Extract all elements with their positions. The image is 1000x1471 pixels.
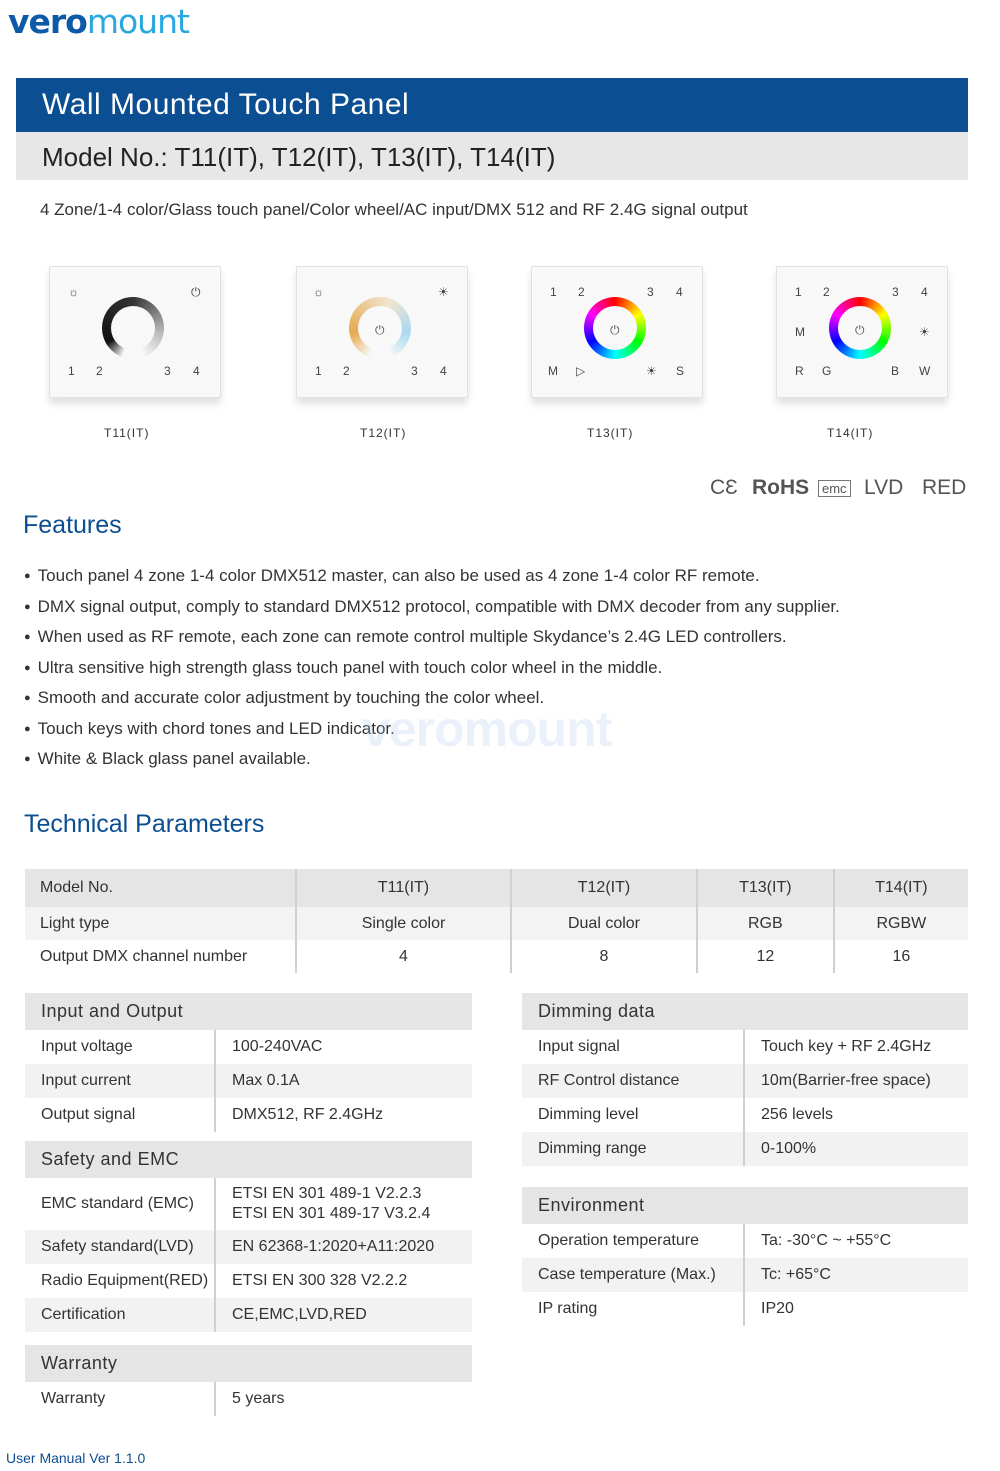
red-mark: RED (922, 476, 967, 499)
table-row: Light type Single color Dual color RGB R… (25, 907, 968, 940)
rohs-mark: RoHS (752, 476, 810, 499)
color-wheel (102, 297, 164, 359)
watermark-logo: veromount (362, 701, 612, 757)
table-header-row: Model No. T11(IT) T12(IT) T13(IT) T14(IT… (25, 869, 968, 907)
panel-image-t14: 1 2 3 4 M ☀ ⏻ R G B W (776, 266, 948, 398)
panel-label-t14: T14(IT) (827, 426, 874, 440)
model-number: Model No.: T11(IT), T12(IT), T13(IT), T1… (42, 142, 556, 172)
panel-label-t11: T11(IT) (104, 426, 150, 440)
emc-mark: emc (818, 480, 851, 497)
page-title: Wall Mounted Touch Panel (42, 88, 410, 121)
table-row: Radio Equipment(RED) ETSI EN 300 328 V2.2… (25, 1264, 472, 1298)
table-row: Input current Max 0.1A (25, 1064, 472, 1098)
features-heading: Features (23, 511, 122, 539)
dimming-data-table: Dimming data Input signal Touch key + RF … (522, 993, 968, 1166)
list-item: DMX signal output, comply to standard DM… (24, 597, 840, 628)
table-row: Case temperature (Max.) Tc: +65°C (522, 1258, 968, 1292)
panel-image-t13: 1 2 3 4 ⏻ M ▷ ☀ S (531, 266, 703, 398)
panel-label-t12: T12(IT) (360, 426, 407, 440)
table-row: Output signal DMX512, RF 2.4GHz (25, 1098, 472, 1132)
power-icon: ⏻ (855, 323, 865, 337)
warranty-table: Warranty Warranty 5 years (25, 1345, 472, 1416)
table-row: Input signal Touch key + RF 2.4GHz (522, 1030, 968, 1064)
lvd-mark: LVD (864, 476, 904, 499)
list-item: Touch panel 4 zone 1-4 color DMX512 mast… (24, 566, 840, 597)
safety-emc-table: Safety and EMC EMC standard (EMC) ETSI EN… (25, 1141, 472, 1332)
list-item: When used as RF remote, each zone can re… (24, 627, 840, 658)
input-output-table: Input and Output Input voltage 100-240VAC… (25, 993, 472, 1132)
tech-heading: Technical Parameters (24, 810, 265, 838)
panel-image-t12: ☼ ☀ ⏻ 1 2 3 4 (296, 266, 468, 398)
model-bar: Model No.: T11(IT), T12(IT), T13(IT), T1… (16, 132, 968, 180)
panel-label-t13: T13(IT) (587, 426, 634, 440)
table-row: EMC standard (EMC) ETSI EN 301 489-1 V2.2… (25, 1178, 472, 1230)
table-row: IP rating IP20 (522, 1292, 968, 1326)
table-row: Safety standard(LVD) EN 62368-1:2020+A11:… (25, 1230, 472, 1264)
table-row: Certification CE,EMC,LVD,RED (25, 1298, 472, 1332)
power-icon: ⏻ (610, 323, 620, 337)
ce-mark: CƐ (710, 476, 738, 499)
list-item: Ultra sensitive high strength glass touc… (24, 658, 840, 689)
table-row: Warranty 5 years (25, 1382, 472, 1416)
brand-logo: veromount (8, 2, 190, 41)
table-row: Dimming level 256 levels (522, 1098, 968, 1132)
environment-table: Environment Operation temperature Ta: -30… (522, 1187, 968, 1326)
panel-image-t11: ☼ ⏻ 1 2 3 4 (49, 266, 221, 398)
table-row: Operation temperature Ta: -30°C ~ +55°C (522, 1224, 968, 1258)
table-row: Output DMX channel number 4 8 12 16 (25, 940, 968, 973)
table-row: RF Control distance 10m(Barrier-free spac… (522, 1064, 968, 1098)
title-bar: Wall Mounted Touch Panel (16, 78, 968, 132)
table-row: Dimming range 0-100% (522, 1132, 968, 1166)
manual-version: User Manual Ver 1.1.0 (6, 1450, 146, 1466)
product-subtitle: 4 Zone/1-4 color/Glass touch panel/Color… (40, 200, 748, 219)
model-comparison-table: Model No. T11(IT) T12(IT) T13(IT) T14(IT… (25, 869, 968, 973)
table-row: Input voltage 100-240VAC (25, 1030, 472, 1064)
power-icon: ⏻ (375, 323, 385, 337)
